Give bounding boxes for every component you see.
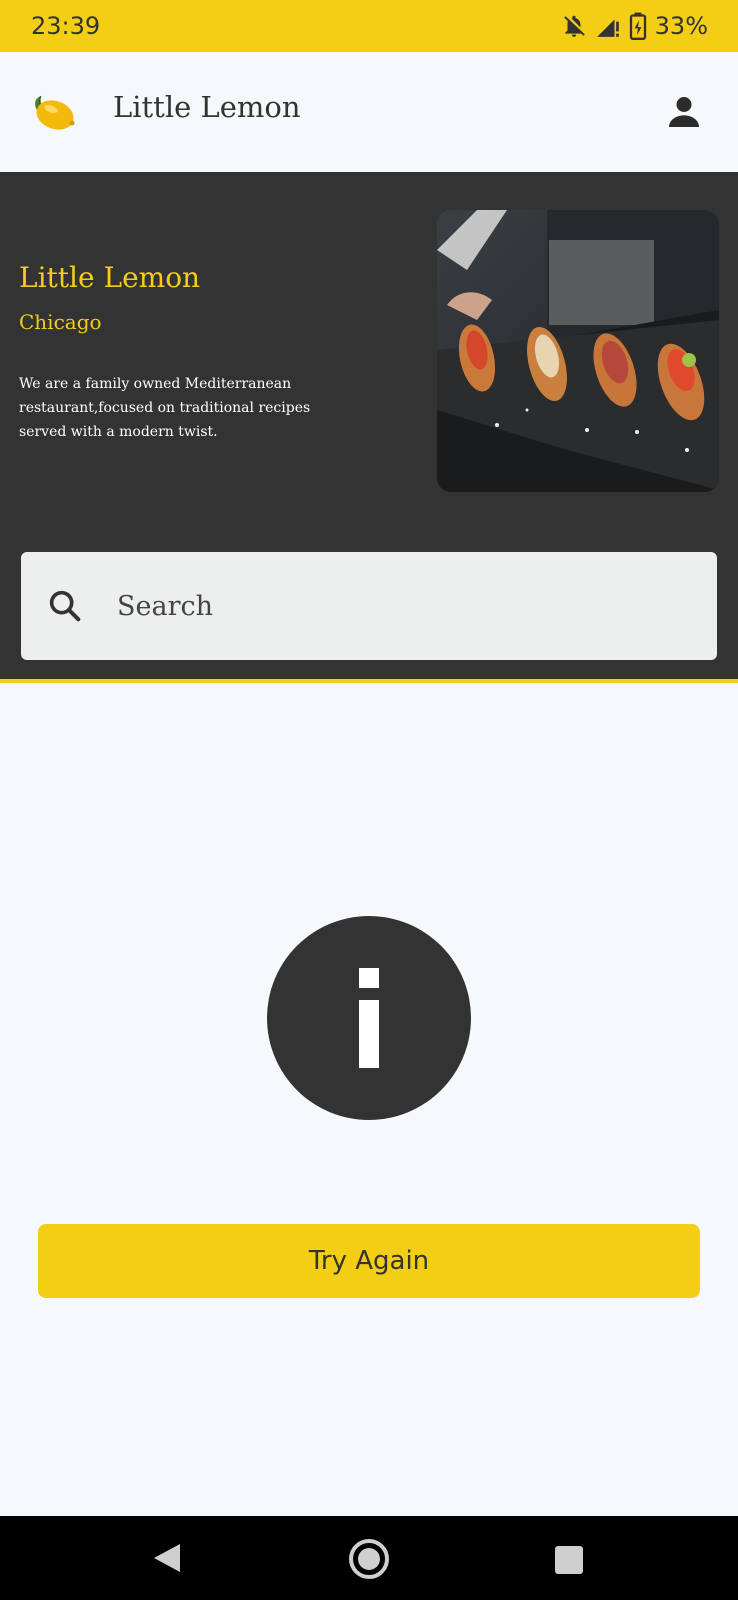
status-time: 23:39 <box>31 12 101 40</box>
status-bar: 23:39 33% <box>0 0 738 52</box>
hero-section: Little Lemon Chicago We are a family own… <box>0 172 738 683</box>
search-icon <box>49 590 81 622</box>
hero-title: Little Lemon <box>19 261 201 294</box>
profile-icon[interactable] <box>664 92 704 132</box>
hero-subtitle: Chicago <box>19 310 102 334</box>
system-nav-bar <box>0 1516 738 1600</box>
search-input[interactable] <box>117 580 677 632</box>
battery-charging-icon <box>629 12 646 40</box>
signal-icon <box>596 19 619 37</box>
app-title: Little Lemon <box>113 90 301 124</box>
recent-apps-icon[interactable] <box>554 1545 584 1575</box>
lemon-logo-icon <box>35 95 75 130</box>
back-icon[interactable] <box>152 1543 182 1573</box>
notifications-off-icon <box>563 15 585 37</box>
status-icons: 33% <box>561 12 708 40</box>
hero-description: We are a family owned Mediterranean rest… <box>19 376 311 440</box>
try-again-button[interactable]: Try Again <box>38 1224 700 1298</box>
home-icon[interactable] <box>348 1538 390 1580</box>
app-bar: Little Lemon <box>0 52 738 172</box>
hero-food-image <box>437 210 719 492</box>
battery-percentage: 33% <box>654 12 708 40</box>
info-icon <box>267 916 471 1120</box>
search-bar[interactable] <box>21 552 717 660</box>
